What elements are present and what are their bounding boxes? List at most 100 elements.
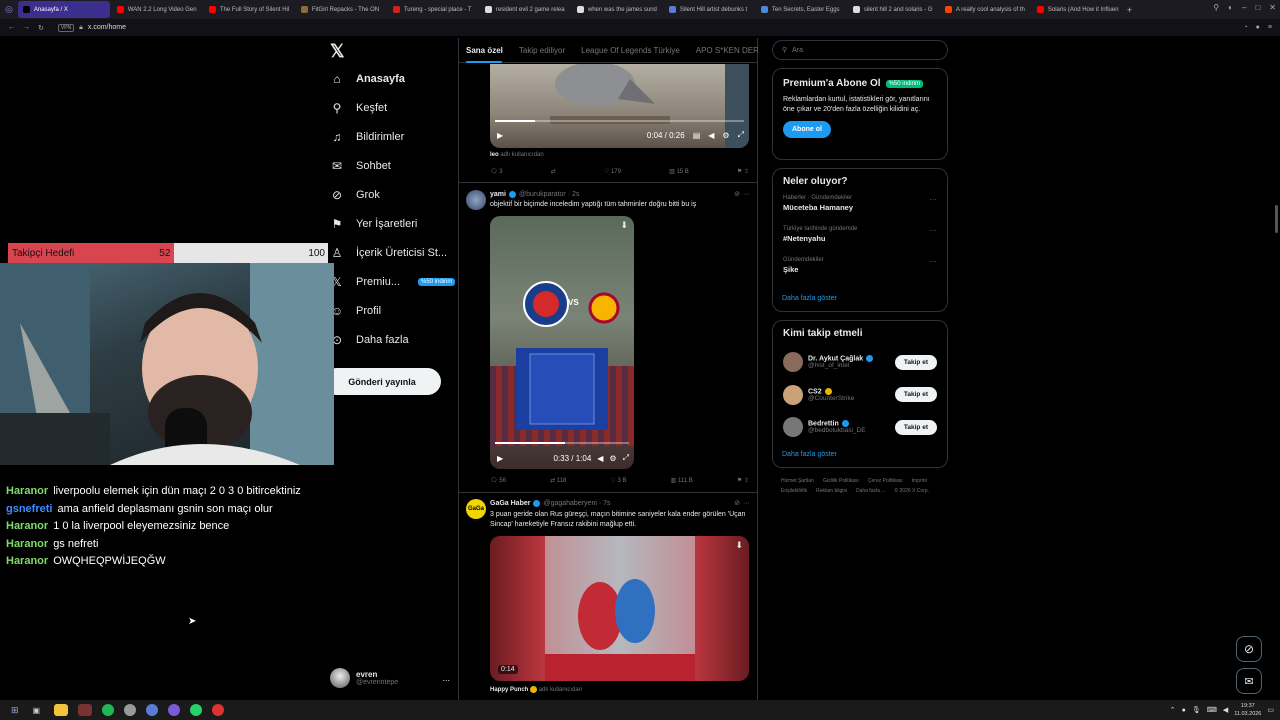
sidebar-item-more-circle[interactable]: ⊙ Daha fazla (330, 333, 409, 347)
tray-app-icon[interactable]: ● (1182, 707, 1186, 714)
task-view-icon[interactable]: ▣ (33, 706, 41, 715)
forward-icon[interactable]: → (23, 24, 30, 31)
download-icon[interactable]: ⬇︎ (735, 540, 743, 551)
whatsapp-icon[interactable] (190, 704, 203, 716)
follow-suggestion[interactable]: Bedrettin @bedbolukbasi_DE Takip et (783, 411, 937, 444)
subscribe-button[interactable]: Abone ol (783, 121, 831, 138)
like-button[interactable]: ♡ 179 (604, 168, 621, 175)
post3-name[interactable]: GaGa Haber (490, 500, 530, 507)
browser-tab[interactable]: FitGirl Repacks - The ON (296, 1, 386, 18)
browser-tab[interactable]: The Full Story of Silent Hil (204, 1, 294, 18)
footer-link[interactable]: Daha fazla ... (856, 488, 885, 494)
new-tab-icon[interactable]: + (1122, 1, 1137, 18)
grok-icon[interactable]: ⊘ (734, 499, 740, 507)
more-icon[interactable]: ··· (929, 257, 937, 266)
sidebar-item-creator[interactable]: ♙ İçerik Üreticisi St... (330, 246, 447, 260)
follow-suggestion[interactable]: CS2 @CounterStrike Takip et (783, 379, 937, 412)
browser-tab[interactable]: Ten Secrets, Easter Eggs (756, 1, 846, 18)
repost-button[interactable]: ⇄ (551, 168, 556, 175)
follow-button[interactable]: Takip et (894, 387, 937, 403)
browser-tab[interactable]: Silent Hill artist debunks t (664, 1, 754, 18)
sidebar-item-bookmark[interactable]: ⚑ Yer İşaretleri (330, 217, 418, 231)
more-icon[interactable]: ··· (929, 195, 937, 204)
more-icon[interactable]: ··· (743, 191, 750, 198)
scrollbar[interactable] (1275, 205, 1278, 233)
messages-fab-icon[interactable]: ✉ (1236, 668, 1262, 694)
trend-item[interactable]: Gündemdekiler Şike ··· (783, 257, 937, 288)
browser-tab[interactable]: A really cool analysis of th (940, 1, 1030, 18)
mute-icon[interactable]: ◀︎ (708, 131, 714, 140)
feed-tab[interactable]: APO S*KEN DERNE (696, 46, 758, 55)
footer-link[interactable]: Gizlilik Politikası (823, 478, 859, 484)
windows-start-icon[interactable]: ⊞ (11, 705, 19, 716)
browser-tab[interactable]: resident evil 2 game relea (480, 1, 570, 18)
account-switcher[interactable]: evren @evrenntepe ... (330, 666, 450, 690)
captions-icon[interactable]: ▤ (693, 131, 701, 140)
browser-tab[interactable]: Solaris (And How it Influen (1032, 1, 1122, 18)
steam-icon[interactable] (124, 704, 137, 716)
post2-name[interactable]: yami (490, 191, 506, 198)
search-input[interactable]: Ara (792, 47, 803, 54)
bookmark-icon[interactable]: ⚑ ⇪ (737, 168, 749, 175)
views-button[interactable]: ▥ 15 B (669, 168, 689, 175)
mic-icon[interactable]: 🎙︎ (1192, 706, 1201, 714)
reply-button[interactable]: 🗨︎ 3 (490, 168, 503, 175)
post1-progress[interactable] (495, 120, 744, 122)
post3-video[interactable]: ⬇︎ 0:14 (490, 536, 749, 681)
search-tabs-icon[interactable]: ⚲ (1213, 3, 1219, 12)
feed-tab[interactable]: Sana özel (466, 46, 503, 55)
post-button[interactable]: Gönderi yayınla (323, 368, 441, 395)
fullscreen-icon[interactable]: ⤢ (738, 130, 744, 140)
grok-fab-icon[interactable]: ⊘ (1236, 636, 1262, 662)
sidebar-item-search[interactable]: ⚲ Keşfet (330, 101, 388, 115)
post2-avatar[interactable] (466, 190, 486, 210)
browser-tab[interactable]: when was the james sund (572, 1, 662, 18)
back-icon[interactable]: ← (8, 24, 15, 31)
profile-ext-icon[interactable]: ● (1256, 24, 1260, 31)
tray-chevron-icon[interactable]: ⌃ (1170, 706, 1176, 714)
footer-link[interactable]: Çerez Politikası (868, 478, 903, 484)
app-icon[interactable] (78, 704, 93, 716)
reload-icon[interactable]: ↻ (38, 24, 44, 32)
search-box[interactable]: ⚲ Ara (772, 40, 948, 60)
minimize-icon[interactable]: – (1242, 3, 1246, 12)
maximize-icon[interactable]: □ (1255, 3, 1260, 12)
trends-more-link[interactable]: Daha fazla göster (782, 295, 837, 302)
mute-icon[interactable]: ◀︎ (597, 454, 603, 463)
browser-icon[interactable] (168, 704, 181, 716)
play-icon[interactable]: ▶ (497, 454, 503, 463)
extensions-icon[interactable]: ◐ (1228, 3, 1233, 12)
sidebar-item-x-logo[interactable]: 𝕏 Premiu... %50 indirim (330, 275, 456, 289)
repost-button[interactable]: ⇄ 118 (550, 477, 566, 484)
browser-menu-icon[interactable]: ◎ (0, 1, 18, 18)
trend-item[interactable]: Türkiye tarihinde gündemde #Netenyahu ··· (783, 226, 937, 257)
post1-caption-user[interactable]: leo (490, 152, 499, 158)
sidebar-item-home[interactable]: ⌂ Anasayfa (330, 72, 405, 86)
post2-progress[interactable] (495, 442, 629, 444)
vpn-badge[interactable]: VPN (57, 23, 75, 32)
sidebar-item-profile[interactable]: ☺ Profil (330, 304, 381, 318)
post1-video[interactable]: ▶ 0:04 / 0:26 ▤ ◀︎ ⚙ ⤢ (490, 64, 749, 148)
follow-button[interactable]: Takip et (894, 419, 937, 435)
views-button[interactable]: ▥ 111 B (671, 477, 693, 484)
reply-button[interactable]: 🗨︎ 56 (490, 477, 506, 484)
follow-button[interactable]: Takip et (894, 354, 937, 370)
sidebar-item-grok[interactable]: ⊘ Grok (330, 188, 380, 202)
sidebar-item-mail[interactable]: ✉ Sohbet (330, 159, 391, 173)
footer-link[interactable]: Erişilebilirlik (781, 488, 807, 494)
bookmark-icon[interactable]: ⚑ ⇪ (737, 477, 749, 484)
browser-tab[interactable]: WAN 2.2 Long Video Gen (112, 1, 202, 18)
recorder-icon[interactable] (212, 704, 225, 716)
fullscreen-icon[interactable]: ⤢ (623, 453, 629, 463)
close-icon[interactable]: ✕ (1269, 3, 1276, 12)
browser-tab[interactable]: Tureng - special place - T (388, 1, 478, 18)
who-to-follow-more-link[interactable]: Daha fazla göster (782, 451, 837, 458)
post3-caption-user[interactable]: Happy Punch (490, 687, 528, 693)
clock[interactable]: 19:37 11.03.2026 (1234, 702, 1261, 718)
menu-icon[interactable]: ≡ (1268, 24, 1272, 31)
obs-icon[interactable] (146, 704, 159, 716)
like-button[interactable]: ♡ 3 B (610, 477, 626, 484)
network-icon[interactable]: ⌨ (1207, 706, 1217, 714)
post2-handle[interactable]: @burukparator · 2s (519, 191, 579, 198)
post3-avatar[interactable]: GaGa (466, 499, 486, 519)
